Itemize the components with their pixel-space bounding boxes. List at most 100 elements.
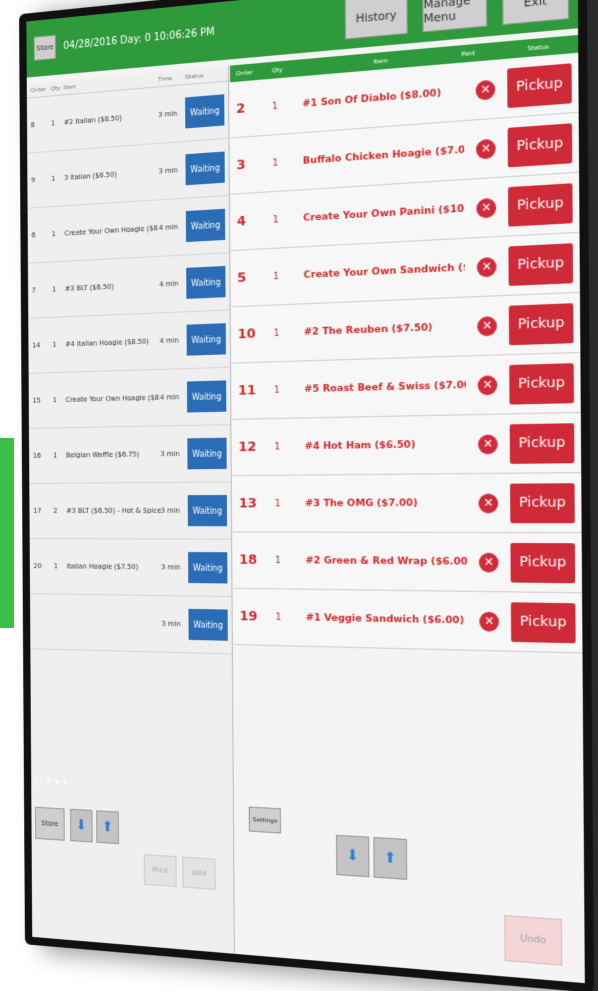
x-circle-icon: ✕ (476, 138, 496, 159)
screen: Store 04/28/2016 Day: 0 10:06:26 PM Hist… (26, 0, 584, 983)
waiting-orders-panel: Order Qty Item Time Status 81#2 Italian … (27, 66, 235, 954)
waiting-button[interactable]: Waiting (187, 323, 226, 355)
order-item: #4 Italian Hoagie ($8.50) (65, 337, 159, 348)
order-time: 4 min (159, 222, 186, 232)
waiting-button[interactable]: Waiting (186, 266, 225, 299)
history-button[interactable]: History (345, 0, 408, 40)
order-item (67, 622, 161, 624)
left-footer: ○ • • • Store ⬇ ⬆ Print Void (31, 787, 234, 954)
order-qty: 1 (275, 555, 305, 566)
settings-button[interactable]: Settings (249, 807, 281, 834)
scroll-up-button[interactable]: ⬆ (373, 837, 407, 880)
ready-orders-list: 21#1 Son Of Diablo ($8.00)✕Pickup31Buffa… (230, 53, 582, 654)
col-order: Order (30, 85, 50, 94)
order-item: #2 The Reuben ($7.50) (304, 321, 466, 339)
x-circle-icon: ✕ (478, 434, 498, 454)
order-qty: 1 (53, 396, 66, 404)
arrow-up-icon: ⬆ (384, 849, 396, 867)
order-number: 12 (238, 439, 274, 455)
datetime-info: 04/28/2016 Day: 0 10:06:26 PM (63, 26, 214, 52)
waiting-order-row[interactable]: 71#3 BLT ($6.50)4 minWaiting (28, 253, 230, 318)
right-footer: Settings ⬇ ⬆ Undo (235, 797, 585, 983)
waiting-order-row[interactable]: 172#3 BLT ($6.50) - Hot & Spiced3 minWai… (29, 482, 231, 539)
void-button[interactable]: Void (182, 857, 215, 890)
scroll-down-button[interactable]: ⬇ (336, 835, 369, 878)
order-number: 14 (32, 341, 52, 350)
order-number: 17 (33, 507, 53, 515)
arrow-up-icon: ⬆ (102, 819, 113, 836)
order-item: Create Your Own Panini ($10... (303, 203, 464, 224)
waiting-button[interactable]: Waiting (188, 609, 227, 641)
undo-button[interactable]: Undo (504, 915, 562, 966)
order-number: 2 (236, 99, 272, 118)
order-number: 15 (32, 396, 52, 405)
ready-order-row[interactable]: 111#5 Roast Beef & Swiss ($7.00)✕Pickup (232, 353, 581, 420)
x-circle-icon: ✕ (476, 79, 496, 100)
exit-button[interactable]: Exit (502, 0, 569, 25)
waiting-orders-list: 81#2 Italian ($8.50)3 minWaiting913 Ital… (27, 81, 232, 654)
order-item: Create Your Own Hoagie ($8... (64, 224, 158, 238)
print-button[interactable]: Print (144, 854, 177, 887)
store-button[interactable]: Store (34, 35, 56, 61)
order-item: #5 Roast Beef & Swiss ($7.00) (304, 379, 466, 395)
order-qty: 1 (274, 384, 304, 395)
pickup-button[interactable]: Pickup (508, 183, 573, 226)
order-number: 3 (237, 155, 273, 173)
order-qty: 1 (54, 562, 67, 570)
ready-order-row[interactable]: 181#2 Green & Red Wrap ($6.00)✕Pickup (233, 532, 582, 593)
col-order: Order (236, 67, 272, 77)
waiting-order-row[interactable]: 161Belgian Waffle ($6.75)3 minWaiting (29, 425, 231, 484)
pickup-button[interactable]: Pickup (509, 303, 574, 345)
waiting-order-row[interactable]: 141#4 Italian Hoagie ($8.50)4 minWaiting (28, 311, 230, 374)
col-paid: Paid (461, 46, 505, 57)
order-time: 3 min (158, 109, 185, 119)
order-item: #4 Hot Ham ($6.50) (305, 438, 467, 452)
waiting-button[interactable]: Waiting (187, 438, 226, 470)
pickup-button[interactable]: Pickup (507, 63, 572, 108)
arrow-down-icon: ⬇ (347, 847, 359, 865)
scroll-down-button[interactable]: ⬇ (70, 809, 93, 843)
ready-order-row[interactable]: 191#1 Veggie Sandwich ($6.00)✕Pickup (233, 589, 582, 654)
order-item: Create Your Own Hoagie ($8... (66, 394, 160, 404)
x-circle-icon: ✕ (478, 375, 498, 395)
ready-order-row[interactable]: 131#3 The OMG ($7.00)✕Pickup (233, 473, 582, 533)
stage: Store 04/28/2016 Day: 0 10:06:26 PM Hist… (0, 0, 598, 966)
x-circle-icon: ✕ (479, 611, 499, 631)
col-status: Status (505, 41, 572, 54)
paid-indicator: ✕ (467, 493, 511, 513)
order-qty: 1 (275, 612, 305, 623)
ready-order-row[interactable]: 121#4 Hot Ham ($6.50)✕Pickup (232, 413, 581, 476)
waiting-order-row[interactable]: 151Create Your Own Hoagie ($8...4 minWai… (29, 368, 231, 429)
pickup-button[interactable]: Pickup (510, 542, 575, 582)
order-item: #1 Son Of Diablo ($8.00) (302, 85, 463, 110)
col-status: Status (185, 70, 224, 81)
waiting-order-row[interactable]: 61Create Your Own Hoagie ($8...4 minWait… (28, 196, 230, 264)
order-time: 3 min (158, 166, 185, 176)
waiting-button[interactable]: Waiting (185, 94, 224, 128)
waiting-button[interactable]: Waiting (188, 552, 227, 583)
store-secondary-button[interactable]: Store (35, 807, 65, 841)
order-time: 4 min (159, 279, 186, 288)
order-number: 11 (238, 382, 274, 399)
order-item: #1 Veggie Sandwich ($6.00) (306, 612, 468, 627)
paid-indicator: ✕ (467, 611, 511, 632)
waiting-button[interactable]: Waiting (185, 151, 224, 185)
top-actions: History Manage Menu Exit (345, 0, 569, 40)
scroll-up-button[interactable]: ⬆ (96, 810, 119, 844)
col-qty: Qty (272, 64, 302, 74)
waiting-order-row[interactable]: 201Italian Hoagie ($7.50)3 minWaiting (30, 539, 232, 597)
pickup-button[interactable]: Pickup (511, 602, 576, 643)
order-item: #2 Green & Red Wrap ($6.00) (305, 555, 467, 568)
waiting-button[interactable]: Waiting (188, 495, 227, 526)
pickup-button[interactable]: Pickup (509, 363, 574, 404)
waiting-order-row[interactable]: 3 minWaiting (30, 594, 232, 654)
x-circle-icon: ✕ (477, 316, 497, 336)
pickup-button[interactable]: Pickup (508, 243, 573, 286)
pickup-button[interactable]: Pickup (510, 483, 575, 523)
pickup-button[interactable]: Pickup (510, 423, 575, 464)
waiting-button[interactable]: Waiting (187, 380, 226, 412)
manage-menu-button[interactable]: Manage Menu (422, 0, 487, 32)
waiting-button[interactable]: Waiting (186, 209, 225, 242)
order-number: 7 (32, 286, 52, 295)
pickup-button[interactable]: Pickup (508, 123, 573, 167)
